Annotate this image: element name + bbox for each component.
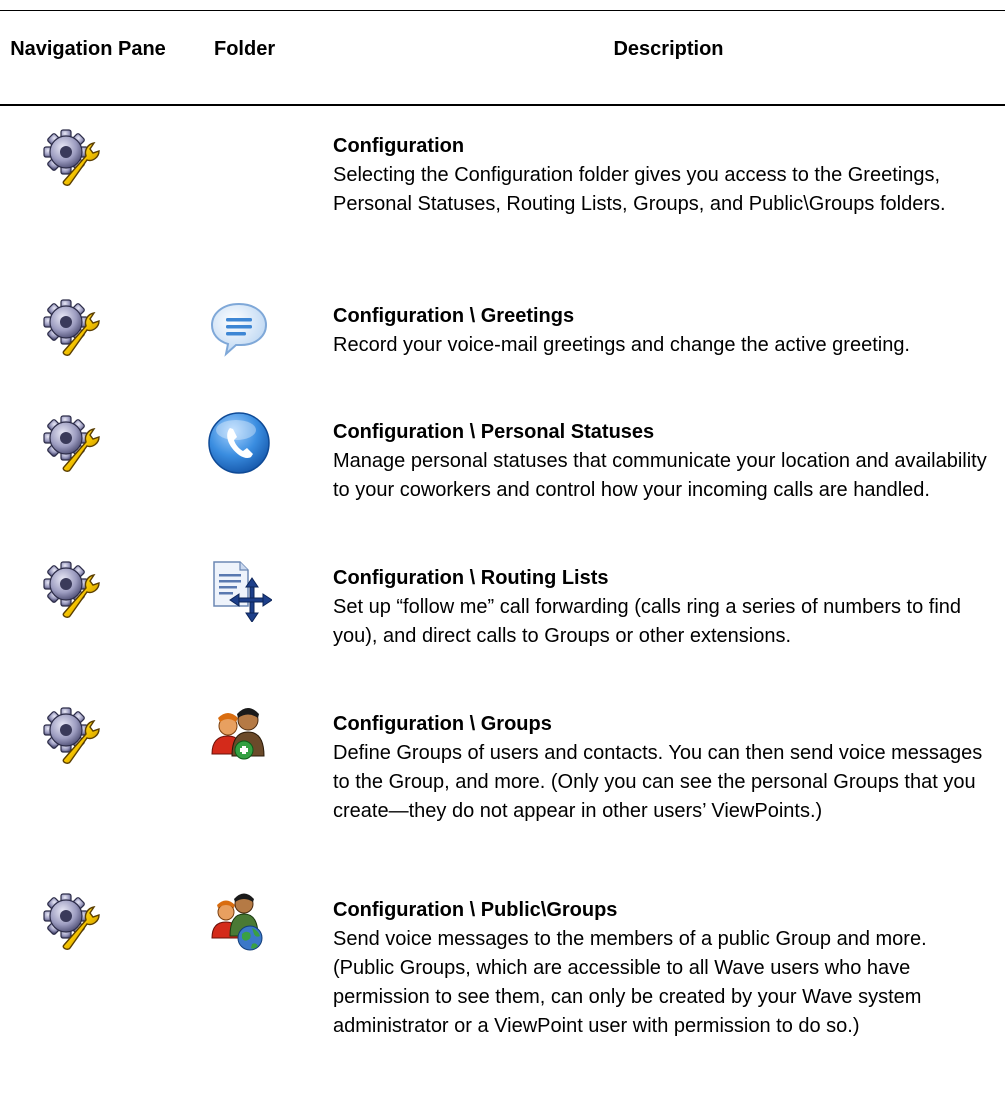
row-body: Define Groups of users and contacts. You… — [333, 742, 983, 822]
row-title: Configuration \ Personal Statuses — [333, 421, 655, 443]
row-body: Manage personal statuses that communicat… — [333, 450, 987, 501]
table-row: Configuration \ Greetings Record your vo… — [0, 288, 1005, 398]
description-cell: Configuration \ Routing Lists Set up “fo… — [333, 564, 993, 651]
row-title: Configuration \ Groups — [333, 713, 552, 735]
header-rule — [0, 104, 1005, 106]
description-cell: Configuration \ Personal Statuses Manage… — [333, 418, 993, 505]
table-row: Configuration \ Routing Lists Set up “fo… — [0, 550, 1005, 680]
people-group-icon — [206, 702, 272, 768]
row-title: Configuration \ Greetings — [333, 305, 575, 327]
row-title: Configuration — [333, 135, 465, 157]
description-cell: Configuration \ Greetings Record your vo… — [333, 302, 993, 360]
document-move-icon — [206, 556, 272, 622]
header-description: Description — [613, 38, 724, 60]
public-group-icon — [206, 888, 272, 954]
speech-bubble-icon — [206, 294, 272, 360]
phone-circle-icon — [206, 410, 272, 476]
gear-wrench-icon — [42, 558, 104, 620]
row-body: Set up “follow me” call forwarding (call… — [333, 596, 962, 647]
table-row: Configuration \ Personal Statuses Manage… — [0, 404, 1005, 534]
gear-wrench-icon — [42, 412, 104, 474]
description-cell: Configuration \ Public\Groups Send voice… — [333, 896, 993, 1041]
gear-wrench-icon — [42, 126, 104, 188]
table-row: Configuration \ Public\Groups Send voice… — [0, 882, 1005, 1082]
gear-wrench-icon — [42, 296, 104, 358]
row-title: Configuration \ Routing Lists — [333, 567, 609, 589]
description-cell: Configuration Selecting the Configuratio… — [333, 132, 993, 219]
gear-wrench-icon — [42, 704, 104, 766]
table-row: Configuration Selecting the Configuratio… — [0, 118, 1005, 258]
top-rule — [0, 10, 1005, 11]
row-body: Record your voice-mail greetings and cha… — [333, 334, 910, 356]
header-folder: Folder — [214, 38, 276, 60]
row-body: Selecting the Configuration folder gives… — [333, 164, 946, 215]
description-cell: Configuration \ Groups Define Groups of … — [333, 710, 993, 826]
gear-wrench-icon — [42, 890, 104, 952]
row-title: Configuration \ Public\Groups — [333, 899, 618, 921]
table-row: Configuration \ Groups Define Groups of … — [0, 696, 1005, 866]
row-body: Send voice messages to the members of a … — [333, 928, 927, 1037]
header-navigation-pane: Navigation Pane — [10, 38, 166, 60]
